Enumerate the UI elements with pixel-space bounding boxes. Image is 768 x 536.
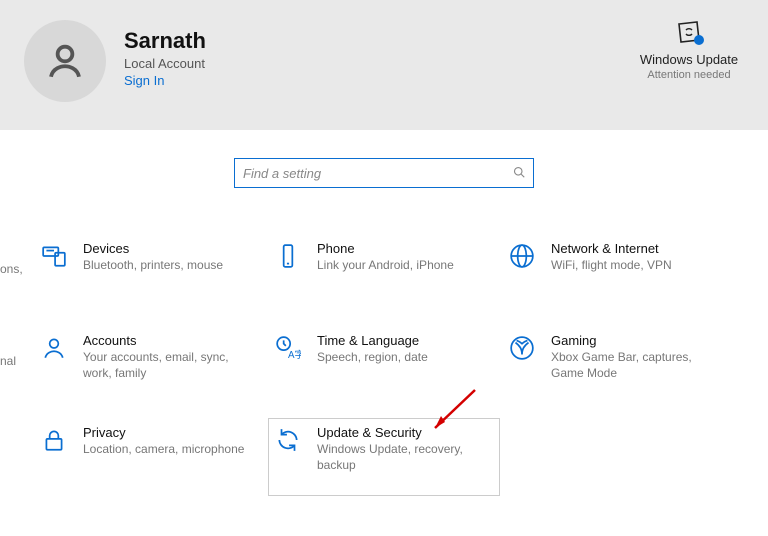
sign-in-link[interactable]: Sign In xyxy=(124,73,206,88)
sync-icon xyxy=(273,425,303,455)
category-update-security[interactable]: Update & Security Windows Update, recove… xyxy=(268,418,500,496)
category-title: Update & Security xyxy=(317,425,487,440)
user-block: Sarnath Local Account Sign In xyxy=(124,20,206,88)
category-title: Gaming xyxy=(551,333,721,348)
category-title: Time & Language xyxy=(317,333,428,348)
phone-icon xyxy=(273,241,303,271)
windows-update-title: Windows Update xyxy=(634,52,744,67)
edge-text-a: ons, xyxy=(0,262,23,276)
category-devices[interactable]: Devices Bluetooth, printers, mouse xyxy=(34,234,266,312)
category-sub: Windows Update, recovery, backup xyxy=(317,442,487,473)
globe-icon xyxy=(507,241,537,271)
category-title: Accounts xyxy=(83,333,253,348)
category-sub: Xbox Game Bar, captures, Game Mode xyxy=(551,350,721,381)
avatar[interactable] xyxy=(24,20,106,102)
header-band: Sarnath Local Account Sign In Windows Up… xyxy=(0,0,768,130)
time-language-icon: A字 xyxy=(273,333,303,363)
category-title: Privacy xyxy=(83,425,244,440)
devices-icon xyxy=(39,241,69,271)
category-sub: Bluetooth, printers, mouse xyxy=(83,258,223,274)
user-name: Sarnath xyxy=(124,28,206,54)
user-account-type: Local Account xyxy=(124,56,206,71)
category-phone[interactable]: Phone Link your Android, iPhone xyxy=(268,234,500,312)
search-box[interactable] xyxy=(234,158,534,188)
lock-icon xyxy=(39,425,69,455)
category-accounts[interactable]: Accounts Your accounts, email, sync, wor… xyxy=(34,326,266,404)
category-privacy[interactable]: Privacy Location, camera, microphone xyxy=(34,418,266,496)
svg-text:A字: A字 xyxy=(288,348,301,361)
category-sub: Your accounts, email, sync, work, family xyxy=(83,350,253,381)
windows-update-sub: Attention needed xyxy=(634,69,744,81)
edge-text-b: nal xyxy=(0,354,16,368)
search-row xyxy=(0,158,768,188)
category-title: Network & Internet xyxy=(551,241,672,256)
person-icon xyxy=(44,40,86,82)
category-gaming[interactable]: Gaming Xbox Game Bar, captures, Game Mod… xyxy=(502,326,734,404)
category-network[interactable]: Network & Internet WiFi, flight mode, VP… xyxy=(502,234,734,312)
search-input[interactable] xyxy=(243,166,513,181)
category-title: Phone xyxy=(317,241,454,256)
category-sub: Link your Android, iPhone xyxy=(317,258,454,274)
windows-update-tile[interactable]: Windows Update Attention needed xyxy=(634,20,744,81)
category-time[interactable]: A字 Time & Language Speech, region, date xyxy=(268,326,500,404)
xbox-icon xyxy=(507,333,537,363)
category-sub: Location, camera, microphone xyxy=(83,442,244,458)
category-title: Devices xyxy=(83,241,223,256)
category-sub: WiFi, flight mode, VPN xyxy=(551,258,672,274)
accounts-icon xyxy=(39,333,69,363)
search-icon xyxy=(513,166,525,181)
category-sub: Speech, region, date xyxy=(317,350,428,366)
settings-grid: Devices Bluetooth, printers, mouse Phone… xyxy=(0,234,768,496)
sync-badge-icon xyxy=(675,20,703,44)
